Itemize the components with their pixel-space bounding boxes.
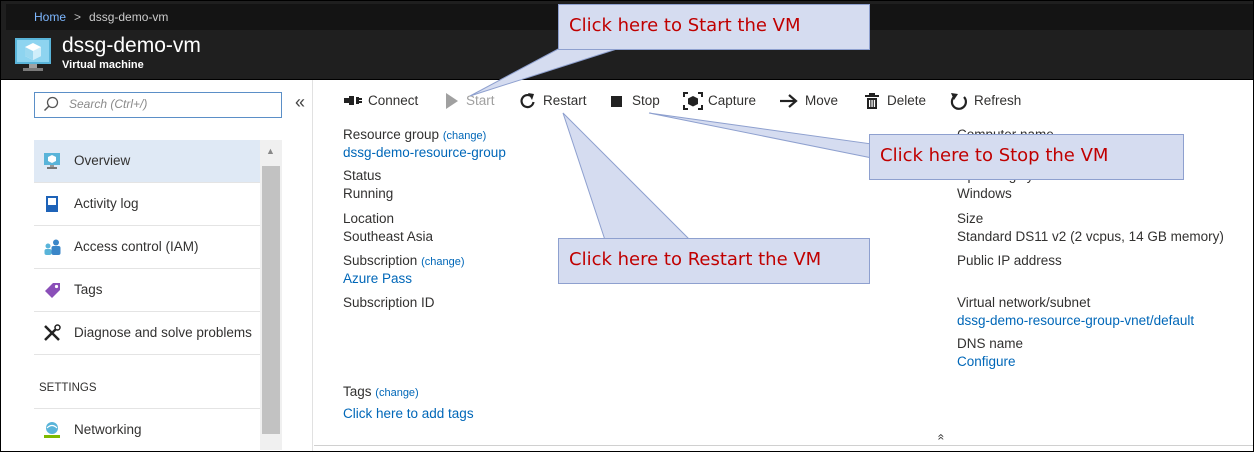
scroll-up-arrow-icon[interactable]: ▲ bbox=[266, 146, 275, 156]
sidebar-item-label: Networking bbox=[74, 422, 142, 437]
plug-icon bbox=[344, 96, 362, 105]
restart-icon bbox=[520, 93, 535, 109]
status-value: Running bbox=[343, 186, 394, 201]
sidebar-item-diagnose[interactable]: Diagnose and solve problems bbox=[34, 312, 260, 355]
wrench-icon bbox=[44, 324, 61, 341]
stop-callout-text: Click here to Stop the VM bbox=[880, 145, 1109, 166]
search-input[interactable] bbox=[69, 96, 269, 112]
subscription-id-label: Subscription ID bbox=[343, 295, 435, 310]
sidebar-item-label: Overview bbox=[74, 153, 131, 168]
location-value: Southeast Asia bbox=[343, 229, 434, 244]
sidebar-scrollbar[interactable]: ▲ bbox=[260, 140, 282, 450]
start-callout: Click here to Start the VM bbox=[558, 4, 870, 50]
add-tags-link[interactable]: Click here to add tags bbox=[343, 406, 474, 421]
breadcrumb-home-link[interactable]: Home bbox=[34, 10, 66, 24]
capture-icon bbox=[683, 92, 703, 110]
location-label: Location bbox=[343, 211, 395, 226]
resource-group-label-text: Resource group bbox=[343, 127, 440, 142]
page-title: dssg-demo-vm bbox=[62, 34, 201, 57]
sidebar-item-label: Activity log bbox=[74, 196, 139, 211]
restart-callout-text: Click here to Restart the VM bbox=[569, 249, 822, 270]
dns-label: DNS name bbox=[957, 336, 1024, 351]
refresh-label: Refresh bbox=[974, 93, 1022, 108]
subscription-link[interactable]: Azure Pass bbox=[343, 271, 412, 286]
sidebar-item-networking[interactable]: Networking bbox=[34, 408, 260, 452]
resource-menu: « Overview Activity log Access control (… bbox=[30, 80, 313, 452]
capture-label: Capture bbox=[708, 93, 757, 108]
collapse-essentials-icon[interactable]: « bbox=[934, 434, 948, 441]
play-icon bbox=[446, 93, 458, 109]
activity-log-icon bbox=[46, 196, 58, 212]
search-icon bbox=[43, 96, 59, 112]
refresh-icon bbox=[950, 93, 967, 110]
settings-section-header: SETTINGS bbox=[39, 382, 97, 394]
restart-callout-tail bbox=[562, 112, 692, 241]
change-tags-link[interactable]: (change) bbox=[375, 387, 418, 399]
sidebar-item-label: Tags bbox=[74, 282, 103, 297]
dns-configure-link[interactable]: Configure bbox=[957, 354, 1016, 369]
vnet-label: Virtual network/subnet bbox=[957, 295, 1091, 310]
stop-callout-tail bbox=[648, 112, 873, 159]
connect-label: Connect bbox=[368, 93, 419, 108]
start-callout-text: Click here to Start the VM bbox=[569, 15, 801, 36]
move-label: Move bbox=[805, 93, 839, 108]
scrollbar-thumb[interactable] bbox=[262, 166, 280, 434]
sidebar-item-access-control[interactable]: Access control (IAM) bbox=[34, 226, 260, 269]
divider bbox=[314, 445, 1254, 446]
search-box[interactable] bbox=[34, 92, 282, 118]
sidebar-item-activity-log[interactable]: Activity log bbox=[34, 183, 260, 226]
resource-group-link[interactable]: dssg-demo-resource-group bbox=[343, 145, 506, 160]
sidebar-item-label: Access control (IAM) bbox=[74, 239, 199, 254]
tag-icon bbox=[45, 283, 60, 298]
tags-label-text: Tags bbox=[343, 384, 372, 399]
start-label: Start bbox=[466, 93, 495, 108]
stop-icon bbox=[611, 96, 622, 107]
stop-callout: Click here to Stop the VM bbox=[869, 134, 1184, 180]
breadcrumb: Home > dssg-demo-vm bbox=[34, 10, 168, 24]
collapse-menu-button[interactable]: « bbox=[295, 92, 305, 113]
subscription-label-text: Subscription bbox=[343, 253, 418, 268]
arrow-right-icon bbox=[780, 94, 798, 108]
sidebar-item-label: Diagnose and solve problems bbox=[74, 325, 252, 340]
os-value: Windows bbox=[957, 186, 1012, 201]
sidebar-item-overview[interactable]: Overview bbox=[34, 140, 260, 183]
vm-cube-icon bbox=[15, 38, 51, 71]
people-icon bbox=[44, 239, 61, 255]
stop-label: Stop bbox=[632, 93, 660, 108]
change-resource-group-link[interactable]: (change) bbox=[443, 130, 486, 142]
change-subscription-link[interactable]: (change) bbox=[421, 256, 464, 268]
restart-callout: Click here to Restart the VM bbox=[558, 238, 870, 284]
public-ip-label: Public IP address bbox=[957, 253, 1062, 268]
sidebar-item-tags[interactable]: Tags bbox=[34, 269, 260, 312]
breadcrumb-current: dssg-demo-vm bbox=[89, 10, 169, 24]
resource-group-label: Resource group (change) bbox=[343, 127, 486, 142]
size-value: Standard DS11 v2 (2 vcpus, 14 GB memory) bbox=[957, 229, 1224, 244]
subscription-label: Subscription (change) bbox=[343, 253, 464, 268]
size-label: Size bbox=[957, 211, 984, 226]
trash-icon bbox=[865, 93, 879, 109]
tags-label: Tags (change) bbox=[343, 384, 419, 399]
restart-label: Restart bbox=[543, 93, 587, 108]
vnet-link[interactable]: dssg-demo-resource-group-vnet/default bbox=[957, 313, 1194, 328]
vm-icon bbox=[44, 153, 60, 169]
delete-label: Delete bbox=[887, 93, 927, 108]
page-subtitle: Virtual machine bbox=[62, 59, 144, 71]
breadcrumb-separator: > bbox=[74, 10, 82, 24]
network-icon bbox=[44, 422, 60, 438]
status-label: Status bbox=[343, 168, 382, 183]
